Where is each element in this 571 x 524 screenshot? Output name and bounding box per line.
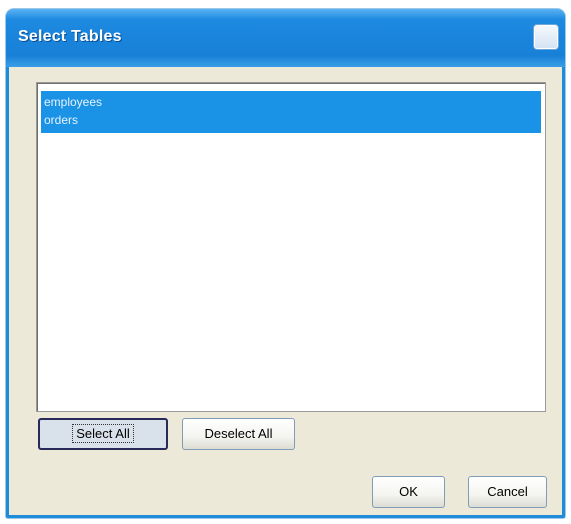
cancel-button[interactable]: Cancel: [468, 476, 547, 508]
tables-list: employees orders: [41, 91, 541, 133]
dialog-title: Select Tables: [18, 28, 122, 45]
select-all-label: Select All: [72, 424, 134, 443]
list-item-orders[interactable]: orders: [41, 111, 541, 133]
ok-label: OK: [399, 484, 418, 499]
title-bar[interactable]: Select Tables: [6, 9, 565, 67]
list-item-employees[interactable]: employees: [41, 91, 541, 111]
tables-listbox[interactable]: employees orders: [36, 82, 546, 412]
select-tables-dialog: Select Tables employees orders Select Al…: [6, 9, 565, 518]
ok-button[interactable]: OK: [372, 476, 445, 508]
close-button[interactable]: [534, 25, 558, 49]
deselect-all-button[interactable]: Deselect All: [182, 418, 295, 450]
cancel-label: Cancel: [487, 484, 528, 499]
deselect-all-label: Deselect All: [204, 426, 273, 441]
select-all-button[interactable]: Select All: [38, 418, 168, 450]
